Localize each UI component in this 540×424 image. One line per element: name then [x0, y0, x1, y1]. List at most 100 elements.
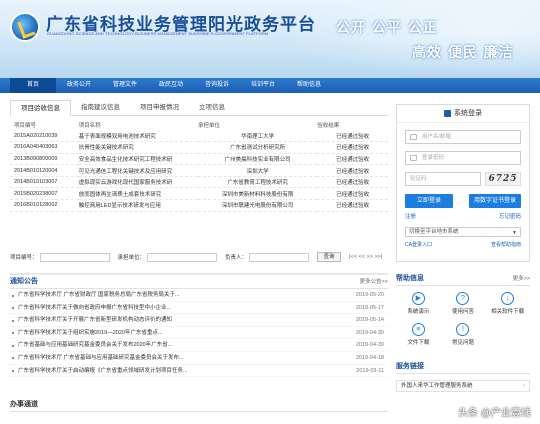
list-item[interactable]: 广东省科学技术厅关于做向省政府申报广东省科技型中小企业... 2019-05-17: [10, 302, 388, 315]
notice-text[interactable]: 广东省科学技术厅关于组织实施2019—2020年广东省重点...: [10, 327, 310, 339]
help-item-files[interactable]: ≡ 文件下载: [396, 321, 441, 352]
password-field[interactable]: 登录密码: [405, 151, 521, 165]
notice-text[interactable]: 广东省基础与应用基础研究基金委员会关于发布2020年广东省...: [10, 339, 310, 351]
project-name[interactable]: 抗骨性能关键技术研究: [78, 141, 198, 154]
lock-icon: [410, 155, 417, 161]
project-tabs: 项目验收信息 指南建议信息 项目申报情况 立项信息: [10, 100, 388, 116]
help-item-software[interactable]: ↓ 相关软件下载: [485, 290, 530, 321]
list-item[interactable]: 广东省科学技术厅关于开展广东省新型研发机构动态评价的通知 2019-05-14: [10, 314, 388, 327]
nav-item-training[interactable]: 培训平台: [240, 78, 286, 93]
table-row[interactable]: 2013B090800009 安全高效食品生化技术研究工程技术研 广州美晨科技实…: [10, 153, 388, 166]
help-item-label: 常见问题: [451, 340, 474, 346]
login-header: 系统登录: [397, 105, 529, 123]
nav-item-open-gov[interactable]: 政务公开: [56, 78, 102, 93]
list-item[interactable]: 广东省基础与应用基础研究基金委员会关于发布2020年广东省... 2019-04-…: [10, 339, 388, 352]
project-number: 2016B010128002: [10, 199, 79, 212]
project-name[interactable]: 放而固体再生清质土成套技术研究: [78, 187, 198, 201]
nav-item-home[interactable]: 首页: [10, 78, 56, 93]
notice-text[interactable]: 广东省科学技术厅关于启动编报《广东省重点领域研发计划项目任务...: [10, 365, 310, 377]
project-number: 2014B010120004: [10, 164, 79, 177]
project-name[interactable]: 可见光通信工程化关键技术及应用研究: [78, 164, 198, 177]
project-number: 2016A040403063: [10, 141, 79, 154]
unit-input[interactable]: [147, 252, 218, 262]
help-title: 帮助信息: [396, 275, 424, 282]
service-channel-title: 办事通道: [10, 401, 38, 408]
login-panel: 系统登录 用户名/邮箱 登录密码 验证码 6725 立即登录 用数字证书登录 注…: [396, 104, 530, 262]
nav-item-interaction[interactable]: 政民互动: [148, 78, 194, 93]
login-title: 系统登录: [454, 110, 482, 117]
query-button[interactable]: 查询: [317, 252, 342, 262]
person-input[interactable]: [249, 252, 310, 262]
notice-text[interactable]: 广东省科学技术厅 广东省基础与应用基础研究基金委员会关于发布...: [10, 352, 310, 364]
tab-application[interactable]: 项目申报情况: [130, 100, 189, 116]
project-name[interactable]: 基于表面规模双用电池技术研究: [78, 130, 198, 143]
project-result: 已经通过验收: [317, 164, 388, 177]
city-system-select-value: 切换至平台地市系统: [409, 229, 459, 235]
service-item-label: 外国人来华工作管理服务系统: [401, 383, 473, 389]
captcha-input[interactable]: 验证码: [405, 172, 481, 186]
site-logo-icon[interactable]: [10, 12, 40, 42]
table-row[interactable]: 2015B020238007 放而固体再生清质土成套技术研究 深圳市美新材料科技…: [10, 187, 388, 201]
project-name[interactable]: 安全高效食品生化技术研究工程技术研: [78, 153, 198, 166]
chevron-down-icon: ▼: [512, 230, 517, 236]
help-item-label: 系统演示: [407, 309, 430, 315]
notice-list: 广东省科学技术厅 广东省财政厅 国家税务总局广东省税务局关于... 2019-05…: [10, 289, 388, 378]
table-row[interactable]: 2014B010120004 可见光通信工程化关键技术及应用研究 深圳大学 已经…: [10, 164, 388, 177]
list-item[interactable]: 广东省科学技术厅 广东省财政厅 国家税务总局广东省税务局关于... 2019-05…: [10, 289, 388, 302]
list-item[interactable]: 广东省科学技术厅 广东省基础与应用基础研究基金委员会关于发布... 2019-04…: [10, 352, 388, 365]
filter-bar: 项目编号： 承担单位： 负责人： 查询 |<< << >> >>|: [10, 250, 388, 264]
notice-text[interactable]: 广东省科学技术厅 广东省财政厅 国家税务总局广东省税务局关于...: [10, 289, 310, 301]
nav-item-help[interactable]: 帮助信息: [286, 78, 332, 93]
table-row[interactable]: 2016A040403063 抗骨性能关键技术研究 广东省测试分析研究所 已经通…: [10, 141, 388, 154]
certificate-login-button[interactable]: 用数字证书登录: [469, 194, 521, 208]
site-header: 广东省科技业务管理阳光政务平台 GUANGDONG SCIENCE AND TE…: [0, 0, 540, 78]
tab-acceptance[interactable]: 项目验收信息: [10, 100, 71, 116]
question-icon: ?: [456, 292, 470, 305]
table-row[interactable]: 2014B010103007 虚拟现实云游戏化现代国家服务技术研 广东省教育工程…: [10, 176, 388, 189]
user-icon: [410, 134, 417, 140]
project-result: 已经通过验收: [317, 187, 388, 201]
pagination[interactable]: |<< << >> >>|: [349, 254, 382, 260]
project-unit: 深圳大学: [197, 164, 318, 177]
nav-item-files[interactable]: 管理文件: [102, 78, 148, 93]
ca-login-link[interactable]: CA登录入口: [405, 241, 432, 248]
project-name[interactable]: 触控商用LED显示技术研发与应用: [78, 199, 198, 212]
table-row[interactable]: 2016B010128002 触控商用LED显示技术研发与应用 深圳市联建光电股…: [10, 199, 388, 212]
help-section: 帮助信息 更多>> ▶ 系统演示 ? 使用问答 ↓ 相关软件下载 ≡ 文件下载 …: [396, 272, 530, 356]
list-item[interactable]: 广东省科学技术厅关于组织实施2019—2020年广东省重点... 2019-04-…: [10, 327, 388, 340]
project-number-input[interactable]: [39, 252, 110, 262]
project-table: 项目编号 项目名称 承担单位 验收结果 2015A020210039 基于表面规…: [10, 120, 388, 212]
project-number-label: 项目编号：: [10, 255, 38, 261]
notice-text[interactable]: 广东省科学技术厅关于开展广东省新型研发机构动态评价的通知: [10, 314, 310, 326]
help-guide-link[interactable]: 查看帮助指南: [491, 241, 521, 248]
project-result: 已经通过验收: [317, 176, 388, 189]
tab-guide-suggestions[interactable]: 指南建议信息: [71, 100, 130, 116]
help-item-qa[interactable]: ? 使用问答: [441, 290, 486, 321]
project-name[interactable]: 虚拟现实云游戏化现代国家服务技术研: [78, 176, 198, 189]
username-placeholder: 用户名/邮箱: [422, 134, 452, 140]
notice-more-link[interactable]: 更多公告>>: [360, 275, 388, 288]
list-item[interactable]: 广东省科学技术厅关于启动编报《广东省重点领域研发计划项目任务... 2019-03…: [10, 365, 388, 378]
tab-approval[interactable]: 立项信息: [189, 100, 235, 116]
monitor-icon: [444, 109, 451, 117]
register-link[interactable]: 注册: [405, 212, 416, 220]
table-row[interactable]: 2015A020210039 基于表面规模双用电池技术研究 华南理工大学 已经通…: [10, 130, 388, 143]
login-button[interactable]: 立即登录: [405, 194, 453, 208]
help-more-link[interactable]: 更多>>: [513, 272, 530, 285]
column-header: 承担单位: [197, 123, 220, 129]
help-item-faq[interactable]: ! 常见问题: [441, 321, 486, 352]
project-result: 已经通过验收: [317, 130, 388, 143]
site-subtitle: GUANGDONG SCIENCE AND TECHNOLOGY BUSINES…: [47, 31, 269, 36]
notice-text[interactable]: 广东省科学技术厅关于做向省政府申报广东省科技型中小企业...: [10, 302, 310, 314]
foreigner-work-system-link[interactable]: 外国人来华工作管理服务系统 ›: [396, 380, 530, 392]
city-system-select[interactable]: 切换至平台地市系统 ▼: [405, 227, 521, 237]
username-field[interactable]: 用户名/邮箱: [405, 130, 521, 144]
forgot-password-link[interactable]: 忘记密码: [499, 212, 521, 220]
project-number: 2015A020210039: [10, 130, 79, 143]
captcha-image[interactable]: 6725: [485, 172, 521, 186]
chevron-right-icon: ›: [523, 383, 525, 389]
nav-item-consult[interactable]: 咨询投诉: [194, 78, 240, 93]
notice-date: 2019-05-14: [355, 317, 384, 324]
help-item-demo[interactable]: ▶ 系统演示: [396, 290, 441, 321]
help-item-label: 使用问答: [451, 309, 474, 315]
